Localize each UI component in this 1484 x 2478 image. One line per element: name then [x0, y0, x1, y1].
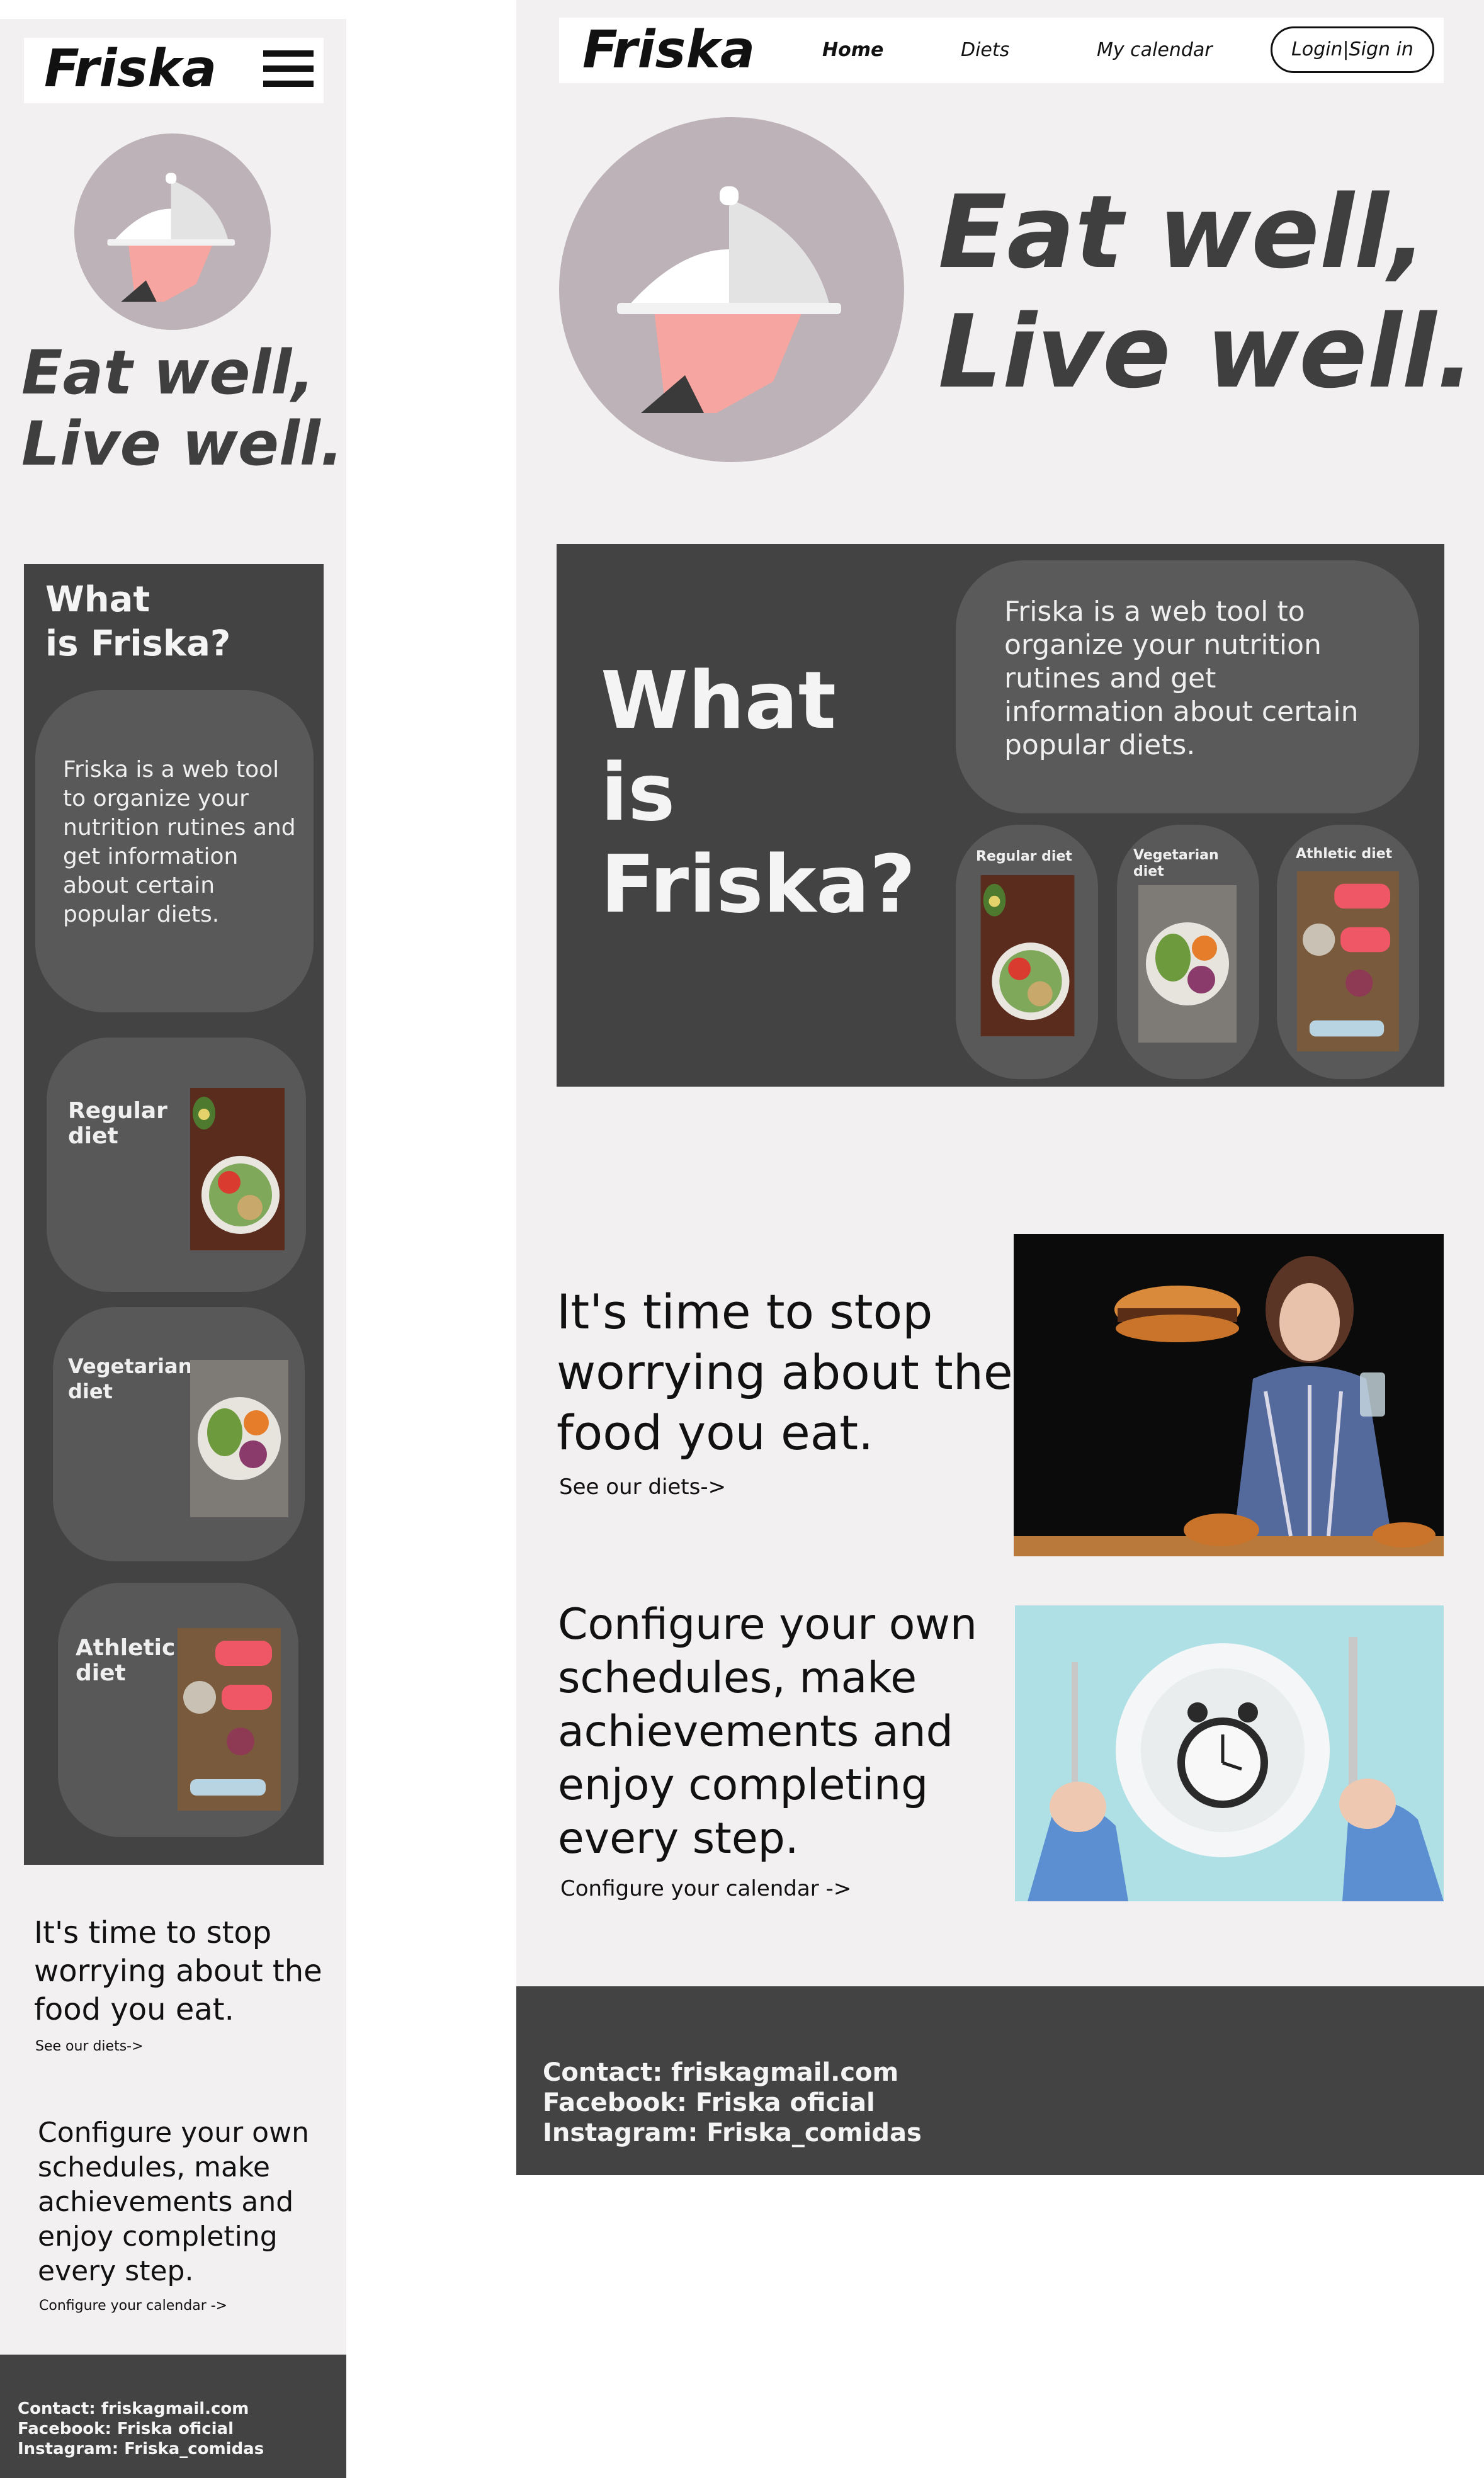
desktop-vegetarian-diet-label: Vegetarian diet: [1133, 847, 1219, 880]
desktop-logo[interactable]: Friska: [582, 18, 755, 83]
mobile-slogan: Eat well, Live well.: [21, 337, 344, 479]
regular-diet-photo: [190, 1088, 285, 1250]
desktop-description-text: Friska is a web tool to organize your nu…: [1004, 596, 1359, 761]
athletic-diet-photo: [178, 1628, 281, 1811]
plate-clock-photo: [1015, 1605, 1444, 1901]
desktop-athletic-diet-label: Athletic diet: [1296, 846, 1393, 862]
hamburger-menu-icon[interactable]: [263, 50, 314, 87]
mobile-footer-contact: Contact: friskagmail.com Facebook: Frisk…: [18, 2399, 264, 2458]
desktop-stop-worrying-text: It's time to stop worrying about the foo…: [557, 1284, 1013, 1461]
mobile-vegetarian-diet-label: Vegetarian diet: [68, 1354, 193, 1403]
serving-cloche-icon: [559, 117, 904, 462]
desktop-slogan: Eat well, Live well.: [938, 173, 1475, 410]
mobile-configure-calendar-link[interactable]: Configure your calendar ->: [39, 2298, 227, 2314]
nav-diets[interactable]: Diets: [961, 18, 1009, 83]
mobile-stop-worrying-text: It's time to stop worrying about the foo…: [34, 1915, 322, 2027]
mobile-description-text: Friska is a web tool to organize your nu…: [63, 757, 296, 927]
login-signin-button[interactable]: Login|Sign in: [1271, 26, 1434, 73]
mobile-logo[interactable]: Friska: [44, 37, 217, 102]
nav-home[interactable]: Home: [822, 18, 883, 83]
desktop-configure-text: Configure your own schedules, make achie…: [558, 1600, 978, 1864]
vegetarian-diet-photo: [1138, 885, 1237, 1043]
woman-burger-photo: [1014, 1234, 1444, 1556]
mobile-configure-text: Configure your own schedules, make achie…: [38, 2117, 309, 2287]
desktop-regular-diet-label: Regular diet: [976, 849, 1072, 864]
desktop-see-diets-link[interactable]: See our diets->: [559, 1474, 726, 1500]
vegetarian-diet-photo: [190, 1360, 288, 1517]
desktop-configure-calendar-link[interactable]: Configure your calendar ->: [560, 1876, 851, 1901]
serving-cloche-icon: [74, 133, 271, 330]
mobile-regular-diet-label: Regular diet: [68, 1098, 167, 1149]
desktop-what-title: What is Friska?: [601, 654, 916, 931]
nav-my-calendar[interactable]: My calendar: [1097, 18, 1213, 83]
desktop-footer-contact: Contact: friskagmail.com Facebook: Frisk…: [543, 2058, 922, 2147]
regular-diet-photo: [980, 875, 1075, 1036]
mobile-what-title: What is Friska?: [45, 579, 231, 664]
mobile-see-diets-link[interactable]: See our diets->: [35, 2039, 144, 2054]
athletic-diet-photo: [1297, 871, 1399, 1051]
mobile-athletic-diet-label: Athletic diet: [76, 1635, 176, 1686]
